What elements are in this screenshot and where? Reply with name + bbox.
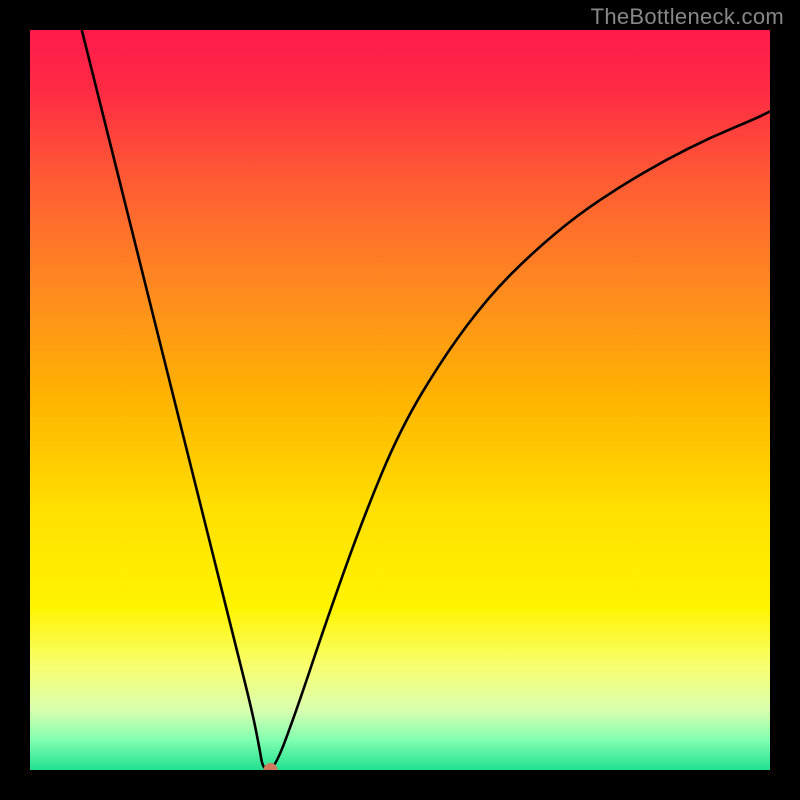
plot-area — [30, 30, 770, 770]
watermark-text: TheBottleneck.com — [591, 4, 784, 30]
chart-svg — [30, 30, 770, 770]
gradient-background — [30, 30, 770, 770]
chart-container: TheBottleneck.com — [0, 0, 800, 800]
